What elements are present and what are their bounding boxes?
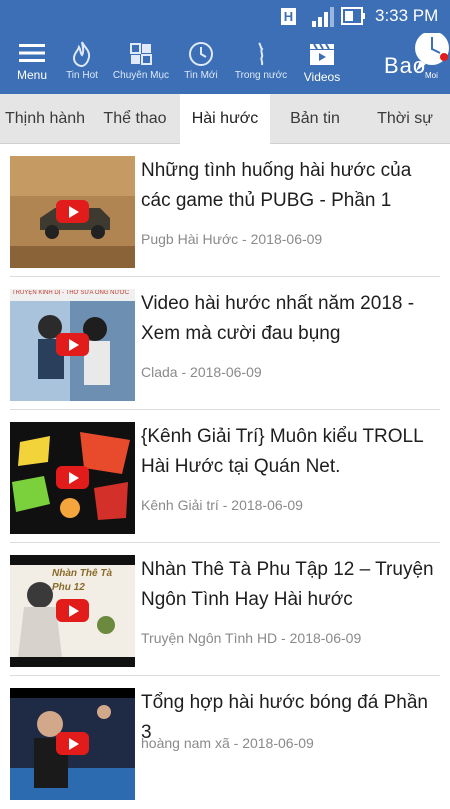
toolbar-item-label: Tin Hot <box>66 70 98 81</box>
top-toolbar: Menu Tin Hot Chuyên Mục Tin Mới Trong nư… <box>0 33 450 94</box>
flame-icon <box>72 41 91 67</box>
video-meta: Pugb Hài Hước - 2018-06-09 <box>141 231 323 247</box>
video-card[interactable]: Những tình huống hài hước của các game t… <box>10 144 440 277</box>
thumbnail-caption: TRUYỆN KINH DỊ - THƠ SỮA ÔNG NƯỚC <box>12 290 130 296</box>
category-tabs: Thịnh hành Thể thao Hài hước Bản tin Thờ… <box>0 94 450 145</box>
grid-icon <box>130 43 152 65</box>
tab-the-thao[interactable]: Thể thao <box>90 94 180 144</box>
toolbar-item-label: Chuyên Mục <box>112 70 170 81</box>
video-thumbnail[interactable]: Nhàn Thê Tà Phu 12 <box>10 555 135 667</box>
video-title[interactable]: Nhàn Thê Tà Phu Tập 12 – Truyện Ngôn Tìn… <box>141 555 437 615</box>
video-title[interactable]: Video hài hước nhất năm 2018 - Xem mà cư… <box>141 289 437 349</box>
toolbar-item-label: Videos <box>303 70 341 84</box>
signal-icon <box>312 7 334 27</box>
toolbar-tin-moi-button[interactable]: Tin Mới <box>178 33 224 94</box>
clapperboard-icon <box>310 43 334 65</box>
clock-time: 3:33 PM <box>375 6 439 25</box>
logo-text: Bao <box>384 53 427 78</box>
video-card[interactable]: TRUYỆN KINH DỊ - THƠ SỮA ÔNG NƯỚC Video … <box>10 277 440 410</box>
thumbnail-caption: Nhàn Thê Tà Phu 12 <box>52 568 113 593</box>
video-source: Kênh Giải trí <box>141 497 219 513</box>
video-date: 2018-06-09 <box>289 630 362 646</box>
video-date: 2018-06-09 <box>231 497 303 513</box>
baomoi-logo[interactable]: Bao Moi <box>380 33 450 94</box>
map-icon <box>258 42 264 66</box>
video-title[interactable]: {Kênh Giải Trí} Muôn kiểu TROLL Hài Hước… <box>141 422 437 482</box>
video-date: 2018-06-09 <box>242 735 314 751</box>
video-source: hoàng nam xã <box>141 735 230 751</box>
video-source: Pugb Hài Hước <box>141 231 239 247</box>
toolbar-item-label: Trong nước <box>234 70 288 81</box>
video-meta: Truyện Ngôn Tình HD - 2018-06-09 <box>141 630 362 646</box>
video-thumbnail[interactable] <box>10 688 135 800</box>
play-icon <box>56 732 89 755</box>
video-meta: Clada - 2018-06-09 <box>141 364 262 380</box>
video-date: 2018-06-09 <box>190 364 262 380</box>
video-title[interactable]: Những tình huống hài hước của các game t… <box>141 156 437 216</box>
video-card[interactable]: {Kênh Giải Trí} Muôn kiểu TROLL Hài Hước… <box>10 410 440 543</box>
video-date: 2018-06-09 <box>250 231 323 247</box>
play-icon <box>56 333 89 356</box>
network-type-indicator: H <box>281 8 296 25</box>
video-thumbnail[interactable] <box>10 156 135 268</box>
play-icon <box>56 466 89 489</box>
toolbar-item-label: Tin Mới <box>184 70 218 81</box>
video-meta: hoàng nam xã - 2018-06-09 <box>141 735 314 751</box>
logo-subtext: Moi <box>425 71 438 80</box>
play-icon <box>56 200 89 223</box>
battery-icon <box>341 7 365 25</box>
toolbar-tin-hot-button[interactable]: Tin Hot <box>60 33 104 94</box>
clock-icon <box>189 42 213 66</box>
toolbar-chuyen-muc-button[interactable]: Chuyên Mục <box>110 33 172 94</box>
toolbar-item-label: Menu <box>16 68 48 82</box>
status-bar: H 3:33 PM <box>0 0 450 33</box>
video-meta: Kênh Giải trí - 2018-06-09 <box>141 497 303 513</box>
video-card[interactable]: Tổng hợp hài hước bóng đá Phần 3 hoàng n… <box>10 676 440 809</box>
toolbar-trong-nuoc-button[interactable]: Trong nước <box>232 33 290 94</box>
tab-hai-huoc[interactable]: Hài hước <box>180 94 270 145</box>
video-thumbnail[interactable] <box>10 422 135 534</box>
video-thumbnail[interactable]: TRUYỆN KINH DỊ - THƠ SỮA ÔNG NƯỚC <box>10 289 135 401</box>
toolbar-videos-button[interactable]: Videos <box>296 33 348 94</box>
tab-thoi-su[interactable]: Thời sự <box>360 94 450 144</box>
video-card[interactable]: Nhàn Thê Tà Phu 12 Nhàn Thê Tà Phu Tập 1… <box>10 543 440 676</box>
menu-icon <box>19 44 45 62</box>
play-icon <box>56 599 89 622</box>
tab-ban-tin[interactable]: Bản tin <box>270 94 360 144</box>
video-source: Clada <box>141 364 178 380</box>
tab-thinh-hanh[interactable]: Thịnh hành <box>0 94 90 144</box>
toolbar-menu-button[interactable]: Menu <box>6 33 58 94</box>
video-source: Truyện Ngôn Tình HD <box>141 630 278 646</box>
